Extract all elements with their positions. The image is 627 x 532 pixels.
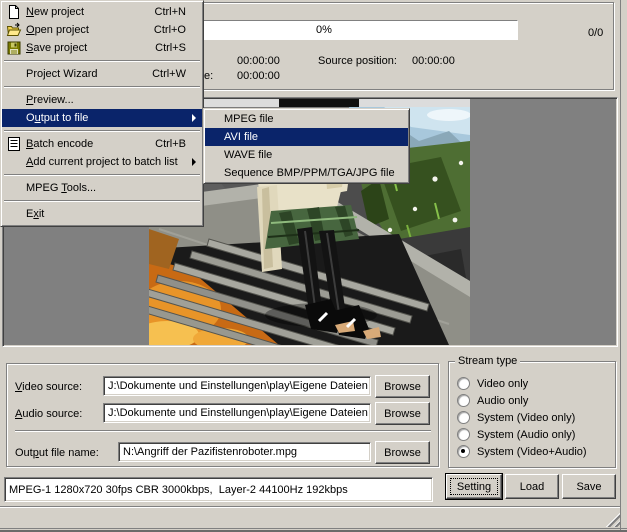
output-file-input[interactable] <box>118 442 371 462</box>
menu-item-new-project[interactable]: New project Ctrl+N <box>2 3 202 21</box>
menu-item-preview[interactable]: Preview... <box>2 91 202 109</box>
menu-item-label: Exit <box>26 208 44 220</box>
submenu-item-label: Sequence BMP/PPM/TGA/JPG file <box>224 167 395 179</box>
submenu-item-avi-file[interactable]: AVI file <box>205 128 408 146</box>
menu-item-label: Batch encode <box>26 138 93 150</box>
menu-item-output-to-file[interactable]: Output to file <box>2 109 202 127</box>
window-bottom-edge <box>0 528 627 529</box>
menu-icon-placeholder <box>2 66 26 82</box>
video-source-browse-button[interactable]: Browse <box>375 375 430 398</box>
menu-icon-placeholder <box>2 154 26 170</box>
submenu-item-mpeg-file[interactable]: MPEG file <box>205 110 408 128</box>
menu-separator <box>4 174 200 176</box>
menu-item-label: New project <box>26 6 84 18</box>
stream-type-option-audio-only[interactable]: Audio only <box>449 392 615 409</box>
video-source-label: Video source: <box>15 381 82 393</box>
radio-label: System (Audio only) <box>477 429 575 441</box>
output-file-browse-button[interactable]: Browse <box>375 441 430 464</box>
load-button[interactable]: Load <box>505 474 559 499</box>
submenu-arrow-icon <box>192 114 196 122</box>
menu-icon-placeholder <box>2 180 26 196</box>
submenu-item-label: AVI file <box>224 131 258 143</box>
setting-button[interactable]: Setting <box>446 474 502 499</box>
output-to-file-submenu: MPEG file AVI file WAVE file Sequence BMP/P… <box>203 108 410 184</box>
radio-button-icon[interactable] <box>457 445 470 458</box>
file-menu: New project Ctrl+N Open project Ctrl+O Save … <box>0 0 204 227</box>
submenu-item-wave-file[interactable]: WAVE file <box>205 146 408 164</box>
radio-label: Audio only <box>477 395 528 407</box>
menu-shortcut: Ctrl+O <box>154 24 202 36</box>
menu-shortcut: Ctrl+N <box>155 6 202 18</box>
stream-type-group: Stream type Video onlyAudio onlySystem (… <box>448 361 616 468</box>
save-button[interactable]: Save <box>562 474 616 499</box>
stream-type-option-video-only[interactable]: Video only <box>449 375 615 392</box>
menu-separator <box>4 200 200 202</box>
submenu-arrow-icon <box>192 158 196 166</box>
menu-separator <box>4 130 200 132</box>
open-project-icon <box>2 22 26 38</box>
menu-icon-placeholder <box>2 206 26 222</box>
stream-type-options: Video only Audio only System (Video only) S… <box>449 375 615 460</box>
stream-type-option-system-audio-only[interactable]: System (Audio only) <box>449 426 615 443</box>
menu-item-label: Add current project to batch list <box>26 156 178 168</box>
audio-source-browse-button[interactable]: Browse <box>375 402 430 425</box>
menu-item-project-wizard[interactable]: Project Wizard Ctrl+W <box>2 65 202 83</box>
menu-item-exit[interactable]: Exit <box>2 205 202 223</box>
menu-item-label: Open project <box>26 24 89 36</box>
new-project-icon <box>2 4 26 20</box>
menu-item-batch-encode[interactable]: Batch encode Ctrl+B <box>2 135 202 153</box>
menu-item-label: Project Wizard <box>26 68 98 80</box>
radio-label: System (Video only) <box>477 412 575 424</box>
menu-icon-placeholder <box>2 110 26 126</box>
remaining-time-label-partial: e: <box>204 70 213 82</box>
menu-item-label: Output to file <box>26 112 88 124</box>
batch-encode-icon <box>2 136 26 152</box>
radio-button-icon[interactable] <box>457 394 470 407</box>
stream-type-option-system-video-audio[interactable]: System (Video+Audio) <box>449 443 615 460</box>
settings-summary-field: MPEG-1 1280x720 30fps CBR 3000kbps, Laye… <box>4 477 433 502</box>
menu-separator <box>4 60 200 62</box>
statusbar-separator <box>0 506 620 508</box>
stream-type-option-system-video-only[interactable]: System (Video only) <box>449 409 615 426</box>
submenu-item-label: MPEG file <box>224 113 274 125</box>
menu-item-save-project[interactable]: Save project Ctrl+S <box>2 39 202 57</box>
radio-label: Video only <box>477 378 528 390</box>
action-buttons: SettingLoadSave <box>446 474 618 499</box>
settings-summary-text: MPEG-1 1280x720 30fps CBR 3000kbps, Laye… <box>5 484 348 496</box>
source-position-value: 00:00:00 <box>412 55 455 67</box>
radio-label: System (Video+Audio) <box>477 446 587 458</box>
radio-button-icon[interactable] <box>457 428 470 441</box>
menu-item-label: MPEG Tools... <box>26 182 96 194</box>
resize-grip-icon[interactable] <box>604 512 620 527</box>
elapsed-time-value: 00:00:00 <box>237 55 280 67</box>
menu-item-label: Preview... <box>26 94 74 106</box>
menu-icon-placeholder <box>2 92 26 108</box>
stream-type-title: Stream type <box>455 355 520 367</box>
submenu-item-sequence-bmp-ppm-tga-jpg-file[interactable]: Sequence BMP/PPM/TGA/JPG file <box>205 164 408 182</box>
audio-source-label: Audio source: <box>15 408 82 420</box>
source-position-label: Source position: <box>318 55 397 67</box>
batch-counter: 0/0 <box>588 27 603 39</box>
window-right-edge <box>620 0 621 532</box>
menu-shortcut: Ctrl+B <box>155 138 202 150</box>
menu-item-open-project[interactable]: Open project Ctrl+O <box>2 21 202 39</box>
submenu-item-label: WAVE file <box>224 149 272 161</box>
menu-shortcut: Ctrl+W <box>152 68 202 80</box>
progress-percent: 0% <box>316 24 332 36</box>
video-source-input[interactable] <box>103 376 371 396</box>
output-file-label: Output file name: <box>15 447 99 459</box>
audio-source-input[interactable] <box>103 403 371 423</box>
menu-shortcut: Ctrl+S <box>155 42 202 54</box>
radio-button-icon[interactable] <box>457 377 470 390</box>
save-project-icon <box>2 40 26 56</box>
radio-button-icon[interactable] <box>457 411 470 424</box>
menu-item-add-current-project-to-batch-list[interactable]: Add current project to batch list <box>2 153 202 171</box>
menu-item-label: Save project <box>26 42 87 54</box>
remaining-time-value: 00:00:00 <box>237 70 280 82</box>
menu-separator <box>4 86 200 88</box>
form-separator <box>15 430 431 432</box>
menu-item-mpeg-tools[interactable]: MPEG Tools... <box>2 179 202 197</box>
